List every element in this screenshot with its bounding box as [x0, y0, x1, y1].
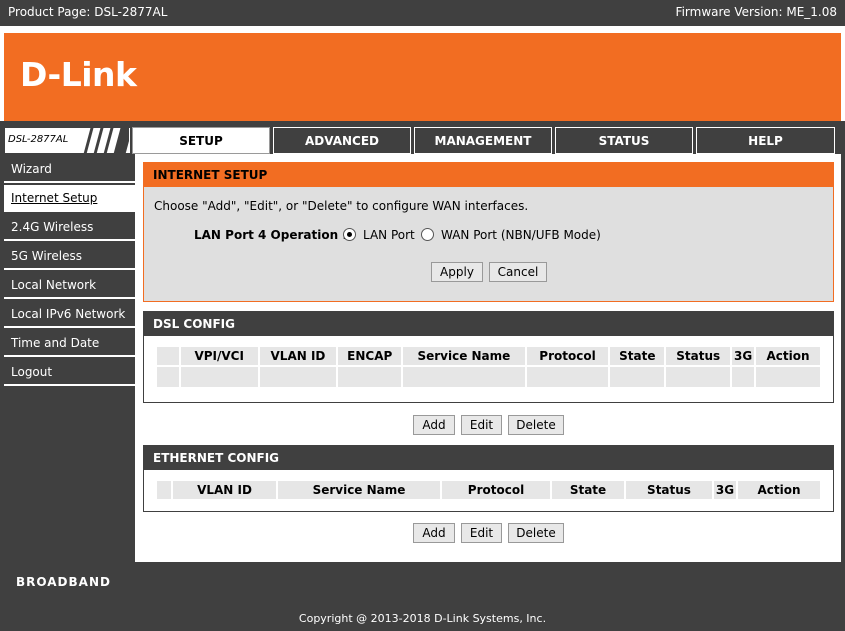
dsl-col-protocol: Protocol	[524, 345, 611, 367]
dsl-col-select	[155, 345, 181, 367]
firmware-version-label: Firmware Version: ME_1.08	[675, 5, 837, 19]
sidebar-item-local-network[interactable]: Local Network	[4, 272, 135, 299]
ethernet-edit-button[interactable]: Edit	[461, 523, 502, 543]
lan-port-radio[interactable]	[343, 228, 356, 241]
top-info-bar: Product Page: DSL-2877AL Firmware Versio…	[0, 0, 845, 26]
model-label: DSL-2877AL	[8, 134, 69, 145]
dsl-col-state: State	[608, 345, 667, 367]
model-box: DSL-2877AL	[4, 125, 131, 156]
dsl-config-title: DSL CONFIG	[144, 312, 833, 336]
dsl-delete-button[interactable]: Delete	[508, 415, 564, 435]
wan-port-radio-label: WAN Port (NBN/UFB Mode)	[441, 228, 601, 242]
eth-col-select	[155, 479, 173, 501]
model-slash-decoration	[81, 125, 129, 156]
dsl-col-3g: 3G	[730, 345, 757, 367]
ethernet-config-table: VLAN ID Service Name Protocol State Stat…	[155, 479, 822, 501]
copyright-text: Copyright @ 2013-2018 D-Link Systems, In…	[0, 602, 845, 631]
brand-banner: D-Link	[4, 33, 841, 121]
dsl-col-service-name: Service Name	[401, 345, 527, 367]
sidebar-item-wizard[interactable]: Wizard	[4, 156, 135, 183]
dsl-col-encap: ENCAP	[336, 345, 404, 367]
tab-help[interactable]: HELP	[696, 127, 835, 154]
dsl-config-panel: DSL CONFIG VPI/VCI VLAN ID ENCAP Service…	[143, 311, 834, 403]
eth-col-protocol: Protocol	[440, 479, 552, 501]
ethernet-delete-button[interactable]: Delete	[508, 523, 564, 543]
lan-port-operation-label: LAN Port 4 Operation :	[194, 228, 348, 242]
ethernet-config-panel: ETHERNET CONFIG VLAN ID Service Name Pro…	[143, 445, 834, 512]
internet-setup-title: INTERNET SETUP	[144, 163, 833, 187]
dsl-col-vpi-vci: VPI/VCI	[178, 345, 260, 367]
tab-setup[interactable]: SETUP	[132, 127, 270, 154]
footer-bar: BROADBAND	[0, 562, 845, 602]
apply-button[interactable]: Apply	[431, 262, 483, 282]
broadband-label: BROADBAND	[16, 575, 111, 589]
dsl-edit-button[interactable]: Edit	[461, 415, 502, 435]
dlink-logo: D-Link	[20, 55, 137, 94]
eth-col-service-name: Service Name	[276, 479, 442, 501]
sidebar-item-time-and-date[interactable]: Time and Date	[4, 330, 135, 357]
eth-col-status: Status	[624, 479, 714, 501]
dsl-add-button[interactable]: Add	[413, 415, 455, 435]
dsl-col-vlan-id: VLAN ID	[257, 345, 339, 367]
main-content: INTERNET SETUP Choose "Add", "Edit", or …	[135, 154, 841, 562]
tab-advanced[interactable]: ADVANCED	[273, 127, 411, 154]
wan-port-radio[interactable]	[421, 228, 434, 241]
sidebar-item-local-ipv6-network[interactable]: Local IPv6 Network	[4, 301, 135, 328]
dsl-config-table: VPI/VCI VLAN ID ENCAP Service Name Proto…	[155, 345, 822, 389]
eth-col-vlan-id: VLAN ID	[171, 479, 278, 501]
sidebar-item-logout[interactable]: Logout	[4, 359, 135, 386]
internet-setup-description: Choose "Add", "Edit", or "Delete" to con…	[154, 199, 529, 213]
eth-col-action: Action	[736, 479, 822, 501]
ethernet-add-button[interactable]: Add	[413, 523, 455, 543]
sidebar-item-24g-wireless[interactable]: 2.4G Wireless	[4, 214, 135, 241]
internet-setup-panel: INTERNET SETUP Choose "Add", "Edit", or …	[143, 162, 834, 302]
sidebar-item-internet-setup[interactable]: Internet Setup	[4, 185, 135, 212]
sidebar-nav: Wizard Internet Setup 2.4G Wireless 5G W…	[4, 154, 135, 562]
eth-col-3g: 3G	[712, 479, 738, 501]
lan-port-radio-label: LAN Port	[363, 228, 415, 242]
tab-management[interactable]: MANAGEMENT	[414, 127, 552, 154]
tab-status[interactable]: STATUS	[555, 127, 693, 154]
table-row	[155, 365, 822, 389]
dsl-col-action: Action	[754, 345, 822, 367]
eth-col-state: State	[550, 479, 626, 501]
dsl-col-status: Status	[664, 345, 733, 367]
product-page-label: Product Page: DSL-2877AL	[8, 5, 168, 19]
cancel-button[interactable]: Cancel	[489, 262, 547, 282]
ethernet-config-title: ETHERNET CONFIG	[144, 446, 833, 470]
sidebar-item-5g-wireless[interactable]: 5G Wireless	[4, 243, 135, 270]
